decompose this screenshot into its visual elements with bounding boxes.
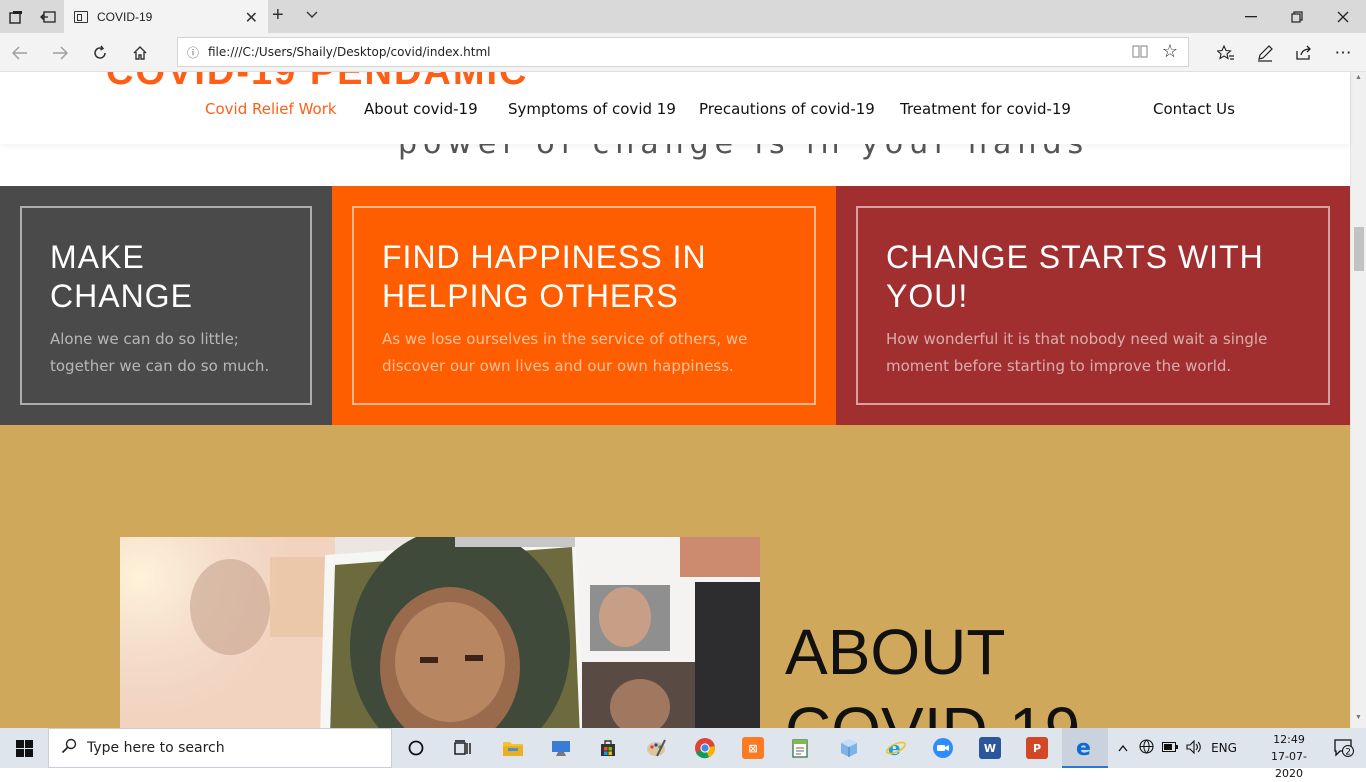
task-view-icon[interactable]	[440, 728, 486, 768]
windows-taskbar: Type here to search ⊠ e W P e ENG 12:49 …	[0, 728, 1366, 780]
browser-tab[interactable]: COVID-19 ✕	[64, 0, 268, 33]
powerpoint-icon[interactable]: P	[1014, 728, 1060, 768]
scrollbar-thumb[interactable]	[1354, 227, 1364, 271]
internet-explorer-icon[interactable]: e	[873, 728, 919, 768]
search-placeholder: Type here to search	[87, 740, 225, 756]
feature-find-happiness: FIND HAPPINESS IN HELPING OTHERS As we l…	[332, 186, 836, 425]
app-icon-pc[interactable]	[538, 728, 584, 768]
word-icon[interactable]: W	[967, 728, 1013, 768]
xampp-icon[interactable]: ⊠	[730, 728, 776, 768]
feature-text: Alone we can do so little; together we c…	[50, 330, 270, 375]
chevron-down-icon[interactable]	[306, 8, 318, 22]
feature-frame: FIND HAPPINESS IN HELPING OTHERS As we l…	[352, 206, 816, 405]
page-icon	[74, 10, 88, 23]
forward-icon[interactable]	[40, 33, 80, 72]
scroll-up-icon[interactable]: ▲	[1355, 74, 1362, 81]
feature-frame: CHANGE STARTS WITH YOU! How wonderful it…	[856, 206, 1330, 405]
favorites-icon[interactable]	[1207, 33, 1245, 72]
paint-icon[interactable]	[633, 728, 679, 768]
nav-symptoms[interactable]: Symptoms of covid 19	[508, 100, 676, 118]
edge-browser-icon[interactable]: e	[1062, 728, 1108, 768]
action-center-icon[interactable]: 2	[1322, 728, 1366, 768]
page-scrollbar[interactable]: ▲ ▼	[1350, 72, 1366, 728]
tab-actions-icon[interactable]	[0, 0, 32, 33]
hero-text-fragment: power of change is in your hands	[0, 144, 1350, 164]
close-tab-icon[interactable]: ✕	[245, 8, 258, 28]
feature-title: FIND HAPPINESS IN HELPING OTHERS	[382, 239, 707, 314]
reading-view-icon[interactable]	[1132, 44, 1148, 61]
chevron-up-icon[interactable]	[1112, 741, 1134, 755]
close-window-icon[interactable]	[1320, 0, 1366, 33]
feature-text: How wonderful it is that nobody need wai…	[886, 330, 1268, 375]
feature-make-change: MAKE CHANGE Alone we can do so little; t…	[0, 186, 332, 425]
minimize-icon[interactable]	[1228, 0, 1274, 33]
nav-about-covid[interactable]: About covid-19	[364, 100, 478, 118]
taskbar-clock[interactable]: 12:49 17-07-2020	[1258, 731, 1320, 782]
about-title: ABOUT COVID-19	[785, 616, 1080, 728]
set-tabs-aside-icon[interactable]	[32, 0, 64, 33]
web-page: COVID-19 PENDAMIC Covid Relief Work Abou…	[0, 72, 1350, 728]
browser-tab-bar: COVID-19 ✕ +	[0, 0, 1366, 33]
file-explorer-icon[interactable]	[490, 728, 536, 768]
search-icon	[61, 738, 77, 758]
back-icon[interactable]	[0, 33, 40, 72]
scroll-down-icon[interactable]: ▼	[1355, 714, 1362, 721]
clock-date: 17-07-2020	[1271, 750, 1307, 780]
windows-start-icon[interactable]	[0, 728, 48, 768]
restore-icon[interactable]	[1274, 0, 1320, 33]
network-icon[interactable]	[1134, 739, 1158, 757]
about-collage-image	[120, 537, 760, 728]
tab-title: COVID-19	[97, 9, 153, 24]
nav-treatment[interactable]: Treatment for covid-19	[900, 100, 1071, 118]
feature-boxes: MAKE CHANGE Alone we can do so little; t…	[0, 186, 1350, 425]
svg-text:e: e	[1076, 736, 1091, 758]
nav-contact-us[interactable]: Contact Us	[1153, 100, 1235, 118]
favorite-star-icon[interactable]: ☆	[1162, 41, 1178, 62]
notepad-icon[interactable]	[777, 728, 823, 768]
battery-icon[interactable]	[1158, 741, 1182, 755]
about-section: ABOUT COVID-19	[0, 425, 1350, 728]
info-icon[interactable]: ⓘ	[178, 44, 208, 61]
clock-time: 12:49	[1273, 733, 1305, 746]
more-icon[interactable]: ⋯	[1324, 33, 1362, 72]
zoom-icon[interactable]	[920, 728, 966, 768]
url-text: file:///C:/Users/Shaily/Desktop/covid/in…	[208, 45, 491, 59]
microsoft-store-icon[interactable]	[585, 728, 631, 768]
system-tray: ENG	[1112, 728, 1242, 768]
url-field[interactable]: ⓘ file:///C:/Users/Shaily/Desktop/covid/…	[177, 37, 1189, 67]
site-title[interactable]: COVID-19 PENDAMIC	[106, 72, 529, 94]
hero-text: power of change is in your hands	[398, 144, 1089, 161]
nav-covid-relief-work[interactable]: Covid Relief Work	[205, 100, 337, 118]
new-tab-icon[interactable]: +	[272, 4, 284, 27]
cortana-icon[interactable]	[393, 728, 439, 768]
box-app-icon[interactable]	[826, 728, 872, 768]
site-header: COVID-19 PENDAMIC Covid Relief Work Abou…	[0, 72, 1350, 144]
address-bar-row: ⓘ file:///C:/Users/Shaily/Desktop/covid/…	[0, 33, 1366, 72]
nav-precautions[interactable]: Precautions of covid-19	[699, 100, 875, 118]
taskbar-search-input[interactable]: Type here to search	[48, 728, 392, 768]
refresh-icon[interactable]	[80, 33, 120, 72]
feature-title: MAKE CHANGE	[50, 239, 193, 314]
share-icon[interactable]	[1285, 33, 1323, 72]
feature-title: CHANGE STARTS WITH YOU!	[886, 239, 1264, 314]
chrome-icon[interactable]	[682, 728, 728, 768]
feature-change-starts: CHANGE STARTS WITH YOU! How wonderful it…	[836, 186, 1350, 425]
page-viewport: COVID-19 PENDAMIC Covid Relief Work Abou…	[0, 72, 1366, 728]
feature-frame: MAKE CHANGE Alone we can do so little; t…	[20, 206, 312, 405]
volume-icon[interactable]	[1182, 739, 1206, 757]
notification-count: 2	[1345, 748, 1351, 758]
feature-text: As we lose ourselves in the service of o…	[382, 330, 748, 375]
pen-icon[interactable]	[1246, 33, 1284, 72]
language-indicator[interactable]: ENG	[1206, 741, 1242, 755]
home-icon[interactable]	[120, 33, 160, 72]
